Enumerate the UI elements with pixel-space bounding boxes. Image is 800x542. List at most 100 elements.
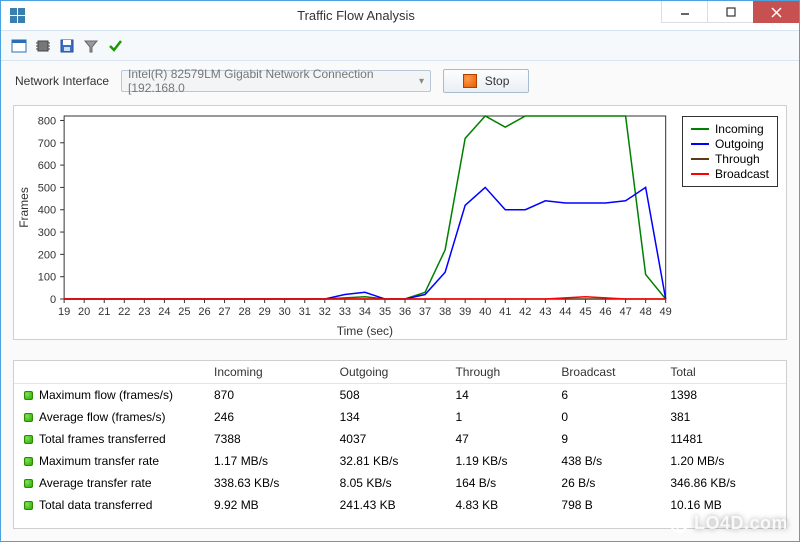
value-cell: 1.17 MB/s	[204, 450, 330, 472]
value-cell: 134	[330, 406, 446, 428]
value-cell: 798 B	[551, 494, 660, 516]
window-controls	[661, 1, 799, 23]
column-header: Total	[660, 361, 786, 384]
svg-text:37: 37	[419, 306, 431, 318]
svg-text:Frames: Frames	[17, 187, 31, 228]
table-row: Average transfer rate338.63 KB/s8.05 KB/…	[14, 472, 786, 494]
value-cell: 164 B/s	[445, 472, 551, 494]
metric-label: Total frames transferred	[39, 432, 166, 446]
value-cell: 508	[330, 384, 446, 407]
value-cell: 26 B/s	[551, 472, 660, 494]
value-cell: 438 B/s	[551, 450, 660, 472]
app-window: Traffic Flow Analysis	[0, 0, 800, 542]
interface-select[interactable]: Intel(R) 82579LM Gigabit Network Connect…	[121, 70, 431, 92]
svg-text:29: 29	[259, 306, 271, 318]
table-row: Total data transferred9.92 MB241.43 KB4.…	[14, 494, 786, 516]
svg-text:36: 36	[399, 306, 411, 318]
svg-text:700: 700	[38, 138, 56, 150]
svg-text:21: 21	[98, 306, 110, 318]
column-header: Outgoing	[330, 361, 446, 384]
bullet-icon	[24, 479, 33, 488]
bullet-icon	[24, 457, 33, 466]
stop-icon	[463, 74, 477, 88]
bullet-icon	[24, 501, 33, 510]
filter-icon[interactable]	[83, 38, 99, 54]
legend-label: Broadcast	[715, 167, 769, 181]
minimize-button[interactable]	[661, 1, 707, 23]
svg-text:40: 40	[479, 306, 491, 318]
value-cell: 381	[660, 406, 786, 428]
column-header: Through	[445, 361, 551, 384]
value-cell: 1.19 KB/s	[445, 450, 551, 472]
stats-table: IncomingOutgoingThroughBroadcastTotal Ma…	[14, 361, 786, 516]
value-cell: 870	[204, 384, 330, 407]
svg-text:24: 24	[158, 306, 170, 318]
value-cell: 4037	[330, 428, 446, 450]
svg-text:43: 43	[539, 306, 551, 318]
value-cell: 6	[551, 384, 660, 407]
chip-icon[interactable]	[35, 38, 51, 54]
column-header	[14, 361, 204, 384]
svg-text:38: 38	[439, 306, 451, 318]
metric-cell: Maximum flow (frames/s)	[14, 384, 204, 406]
svg-text:42: 42	[519, 306, 531, 318]
column-header: Broadcast	[551, 361, 660, 384]
svg-text:39: 39	[459, 306, 471, 318]
close-button[interactable]	[753, 1, 799, 23]
svg-text:45: 45	[579, 306, 591, 318]
svg-text:400: 400	[38, 205, 56, 217]
interface-label: Network Interface	[15, 74, 109, 88]
svg-text:46: 46	[599, 306, 611, 318]
stop-button-label: Stop	[485, 74, 510, 88]
svg-text:28: 28	[238, 306, 250, 318]
check-icon[interactable]	[107, 38, 123, 54]
legend-item: Broadcast	[691, 167, 769, 181]
value-cell: 338.63 KB/s	[204, 472, 330, 494]
save-icon[interactable]	[59, 38, 75, 54]
stop-button[interactable]: Stop	[443, 69, 529, 93]
value-cell: 8.05 KB/s	[330, 472, 446, 494]
svg-text:100: 100	[38, 272, 56, 284]
value-cell: 0	[551, 406, 660, 428]
column-header: Incoming	[204, 361, 330, 384]
bullet-icon	[24, 391, 33, 400]
metric-cell: Average transfer rate	[14, 472, 204, 494]
legend-item: Through	[691, 152, 769, 166]
maximize-button[interactable]	[707, 1, 753, 23]
maximize-icon	[726, 7, 736, 17]
metric-cell: Maximum transfer rate	[14, 450, 204, 472]
svg-text:26: 26	[198, 306, 210, 318]
svg-text:22: 22	[118, 306, 130, 318]
svg-text:0: 0	[50, 294, 56, 306]
chevron-down-icon: ▾	[419, 76, 424, 87]
value-cell: 1.20 MB/s	[660, 450, 786, 472]
value-cell: 1398	[660, 384, 786, 407]
svg-text:41: 41	[499, 306, 511, 318]
value-cell: 241.43 KB	[330, 494, 446, 516]
svg-text:23: 23	[138, 306, 150, 318]
svg-text:600: 600	[38, 160, 56, 172]
interface-selected-value: Intel(R) 82579LM Gigabit Network Connect…	[128, 67, 419, 95]
toolbar	[1, 31, 799, 61]
value-cell: 4.83 KB	[445, 494, 551, 516]
legend-swatch	[691, 158, 709, 160]
value-cell: 9.92 MB	[204, 494, 330, 516]
value-cell: 246	[204, 406, 330, 428]
panel-icon[interactable]	[11, 38, 27, 54]
table-row: Total frames transferred7388403747911481	[14, 428, 786, 450]
svg-text:34: 34	[359, 306, 371, 318]
legend-label: Through	[715, 152, 760, 166]
value-cell: 9	[551, 428, 660, 450]
svg-text:32: 32	[319, 306, 331, 318]
metric-label: Average flow (frames/s)	[39, 410, 166, 424]
svg-text:49: 49	[660, 306, 672, 318]
svg-text:48: 48	[640, 306, 652, 318]
svg-text:31: 31	[299, 306, 311, 318]
legend-label: Outgoing	[715, 137, 764, 151]
svg-text:20: 20	[78, 306, 90, 318]
svg-text:19: 19	[58, 306, 70, 318]
svg-text:27: 27	[218, 306, 230, 318]
svg-text:33: 33	[339, 306, 351, 318]
table-row: Average flow (frames/s)24613410381	[14, 406, 786, 428]
chart-legend: IncomingOutgoingThroughBroadcast	[682, 116, 778, 187]
